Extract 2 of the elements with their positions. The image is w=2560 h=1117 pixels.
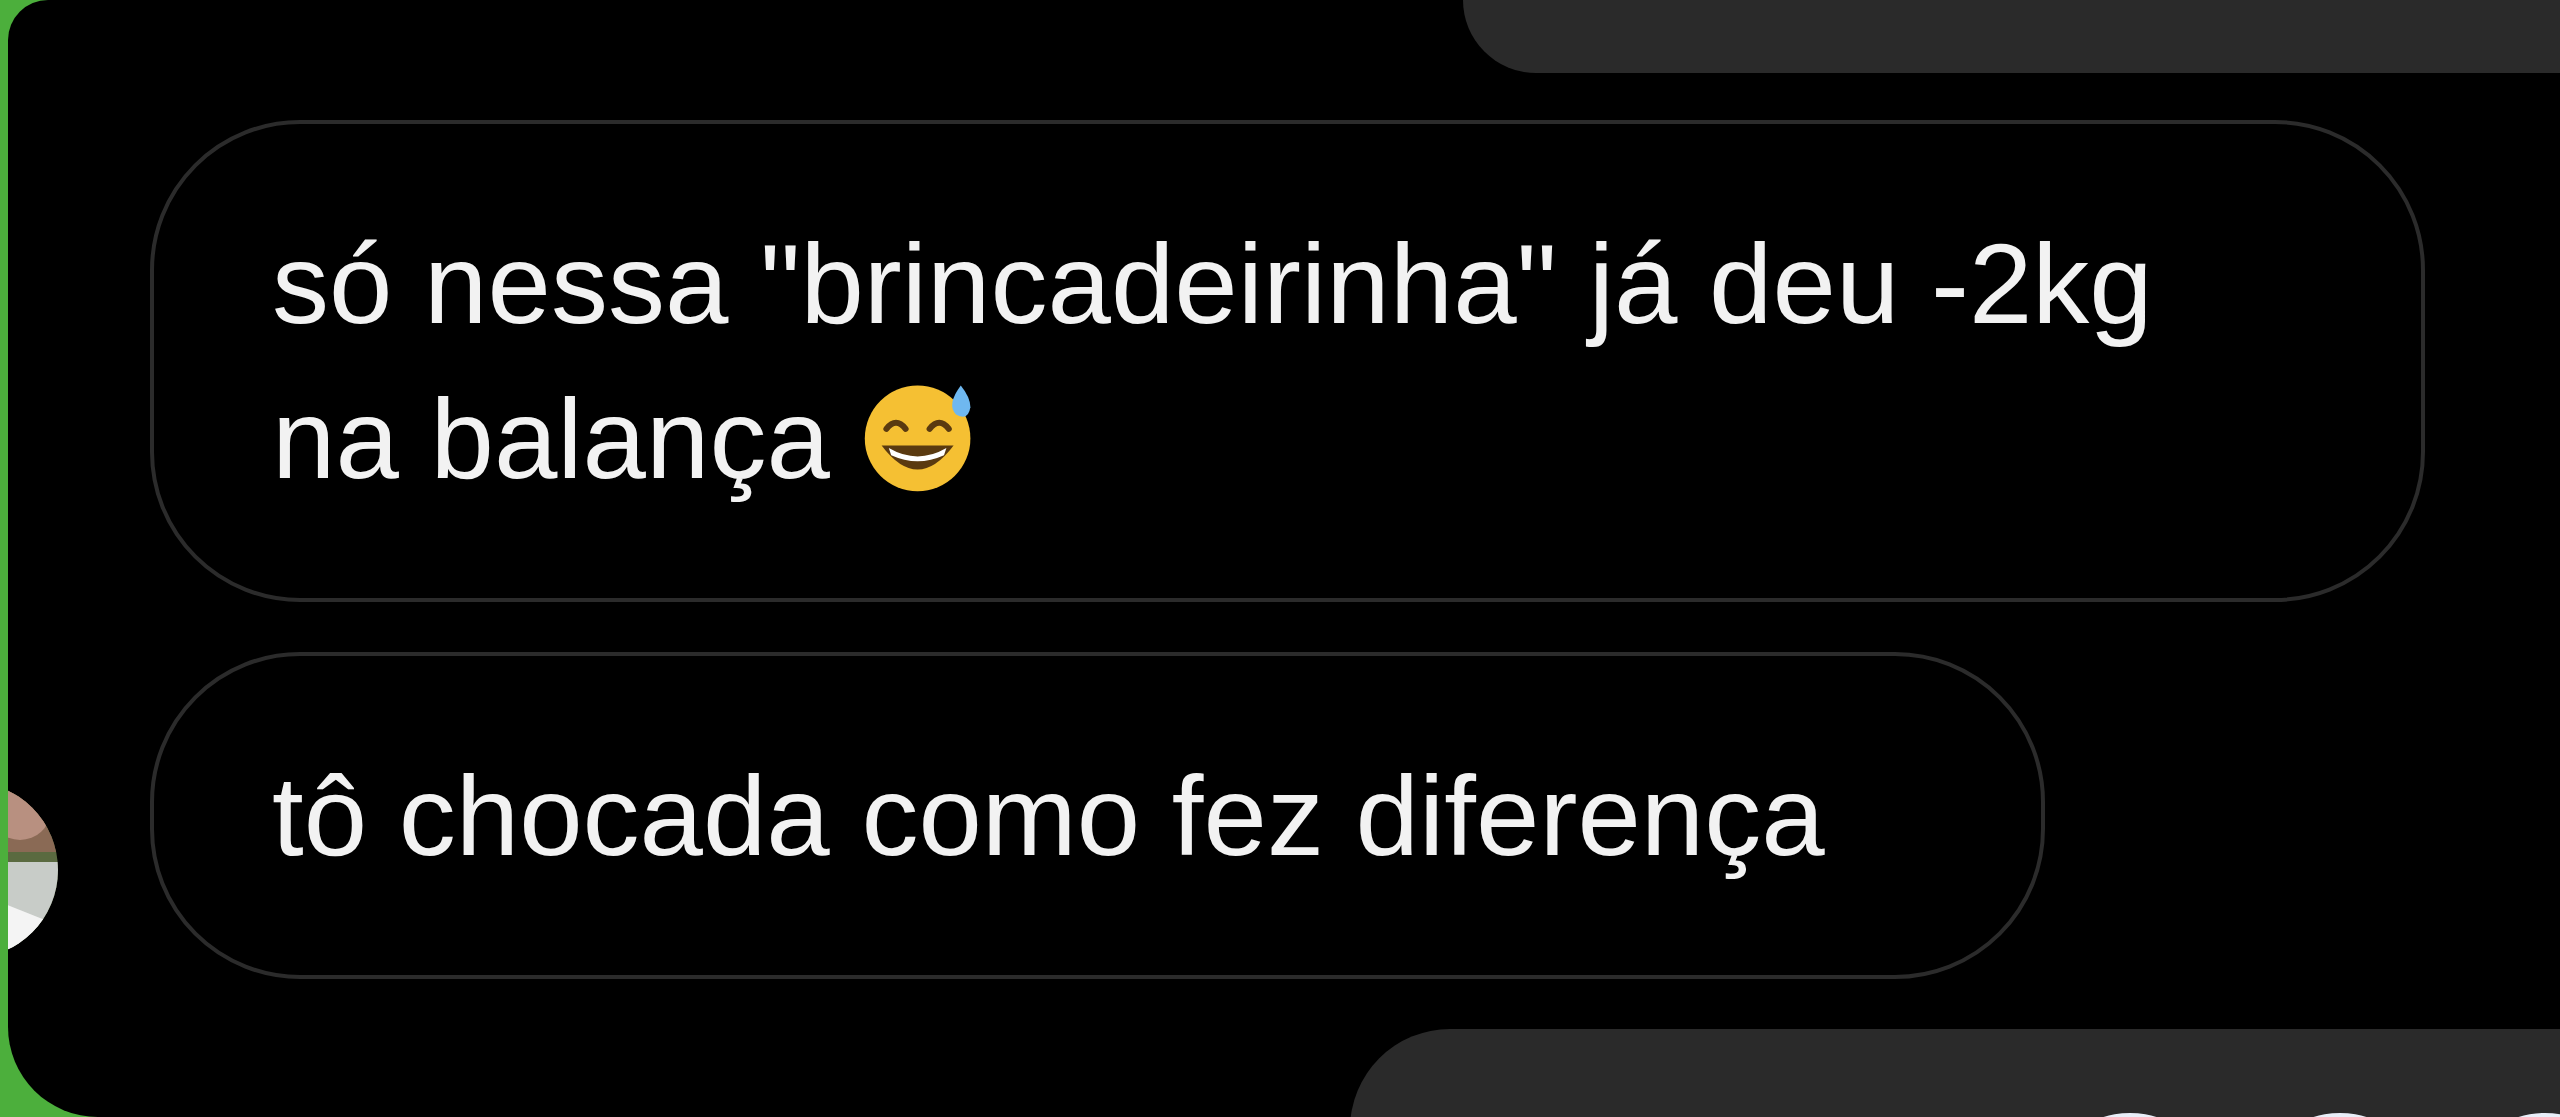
message-text: só nessa "brincadeirinha" já deu -2kg na balança	[272, 220, 2153, 502]
message-text: tô chocada como fez diferença	[272, 752, 1825, 879]
